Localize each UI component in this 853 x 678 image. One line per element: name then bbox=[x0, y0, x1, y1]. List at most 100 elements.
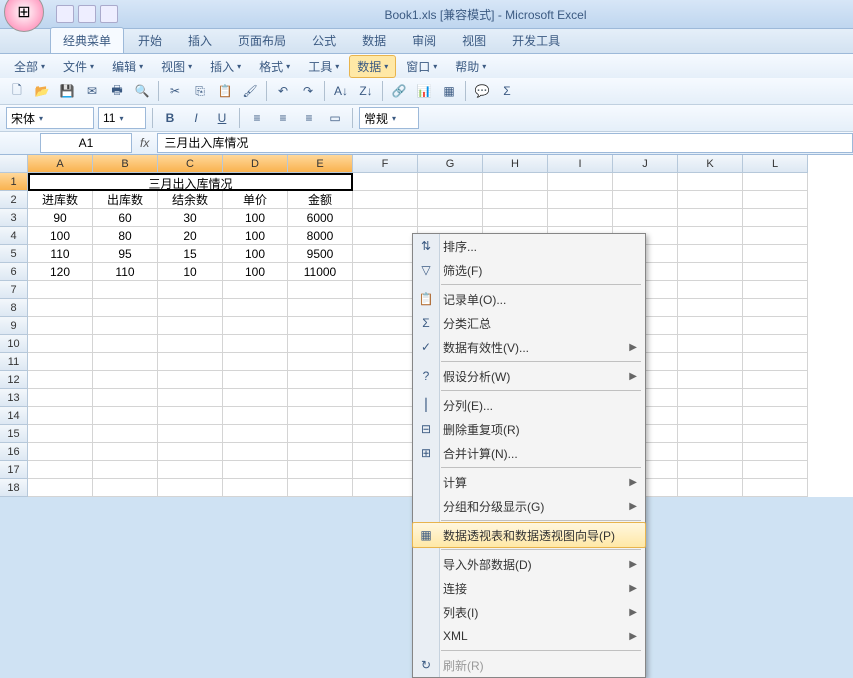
cell-L7[interactable] bbox=[743, 281, 808, 299]
cell-J1[interactable] bbox=[613, 173, 678, 191]
cell-C12[interactable] bbox=[158, 371, 223, 389]
cell-D14[interactable] bbox=[223, 407, 288, 425]
ribbon-tab-1[interactable]: 开始 bbox=[126, 28, 174, 53]
format-painter-icon[interactable]: 🖌 bbox=[239, 80, 261, 102]
row-header-8[interactable]: 8 bbox=[0, 299, 28, 317]
row-header-1[interactable]: 1 bbox=[0, 173, 28, 191]
cell-C10[interactable] bbox=[158, 335, 223, 353]
cell-E10[interactable] bbox=[288, 335, 353, 353]
menu-item-23[interactable]: ↻刷新(R) bbox=[413, 653, 645, 677]
cell-F1[interactable] bbox=[353, 173, 418, 191]
ribbon-tab-5[interactable]: 数据 bbox=[350, 28, 398, 53]
cell-D4[interactable]: 100 bbox=[223, 227, 288, 245]
cell-D17[interactable] bbox=[223, 461, 288, 479]
cell-D15[interactable] bbox=[223, 425, 288, 443]
col-header-C[interactable]: C bbox=[158, 155, 223, 173]
cell-L5[interactable] bbox=[743, 245, 808, 263]
cell-K3[interactable] bbox=[678, 209, 743, 227]
row-header-16[interactable]: 16 bbox=[0, 443, 28, 461]
cell-L4[interactable] bbox=[743, 227, 808, 245]
row-header-2[interactable]: 2 bbox=[0, 191, 28, 209]
bold-icon[interactable]: B bbox=[159, 107, 181, 129]
cell-L17[interactable] bbox=[743, 461, 808, 479]
cell-B11[interactable] bbox=[93, 353, 158, 371]
row-header-12[interactable]: 12 bbox=[0, 371, 28, 389]
cell-L15[interactable] bbox=[743, 425, 808, 443]
col-header-L[interactable]: L bbox=[743, 155, 808, 173]
cell-K9[interactable] bbox=[678, 317, 743, 335]
cell-K13[interactable] bbox=[678, 389, 743, 407]
cell-F17[interactable] bbox=[353, 461, 418, 479]
col-header-J[interactable]: J bbox=[613, 155, 678, 173]
cell-F11[interactable] bbox=[353, 353, 418, 371]
cell-I1[interactable] bbox=[548, 173, 613, 191]
cell-L6[interactable] bbox=[743, 263, 808, 281]
cell-C4[interactable]: 20 bbox=[158, 227, 223, 245]
col-header-K[interactable]: K bbox=[678, 155, 743, 173]
cell-G1[interactable] bbox=[418, 173, 483, 191]
cell-E18[interactable] bbox=[288, 479, 353, 497]
cell-B4[interactable]: 80 bbox=[93, 227, 158, 245]
cell-C16[interactable] bbox=[158, 443, 223, 461]
menu-item-18[interactable]: 导入外部数据(D)▶ bbox=[413, 552, 645, 576]
menu-item-21[interactable]: XML▶ bbox=[413, 624, 645, 648]
cell-D12[interactable] bbox=[223, 371, 288, 389]
menu-5[interactable]: 格式 ▾ bbox=[251, 55, 298, 78]
col-header-E[interactable]: E bbox=[288, 155, 353, 173]
cell-F3[interactable] bbox=[353, 209, 418, 227]
cell-E2[interactable]: 金额 bbox=[288, 191, 353, 209]
save-icon[interactable]: 💾 bbox=[56, 80, 78, 102]
cell-C6[interactable]: 10 bbox=[158, 263, 223, 281]
row-header-18[interactable]: 18 bbox=[0, 479, 28, 497]
cell-B9[interactable] bbox=[93, 317, 158, 335]
cell-D10[interactable] bbox=[223, 335, 288, 353]
row-header-13[interactable]: 13 bbox=[0, 389, 28, 407]
cell-L13[interactable] bbox=[743, 389, 808, 407]
cell-F15[interactable] bbox=[353, 425, 418, 443]
cell-B12[interactable] bbox=[93, 371, 158, 389]
cell-C3[interactable]: 30 bbox=[158, 209, 223, 227]
copy-icon[interactable]: ⎘ bbox=[189, 80, 211, 102]
cell-E7[interactable] bbox=[288, 281, 353, 299]
menu-9[interactable]: 帮助 ▾ bbox=[447, 55, 494, 78]
cell-C14[interactable] bbox=[158, 407, 223, 425]
cell-D11[interactable] bbox=[223, 353, 288, 371]
row-header-7[interactable]: 7 bbox=[0, 281, 28, 299]
cell-H1[interactable] bbox=[483, 173, 548, 191]
cell-E15[interactable] bbox=[288, 425, 353, 443]
cell-B15[interactable] bbox=[93, 425, 158, 443]
cell-B13[interactable] bbox=[93, 389, 158, 407]
row-header-15[interactable]: 15 bbox=[0, 425, 28, 443]
cell-A14[interactable] bbox=[28, 407, 93, 425]
cell-K15[interactable] bbox=[678, 425, 743, 443]
row-header-6[interactable]: 6 bbox=[0, 263, 28, 281]
cell-D9[interactable] bbox=[223, 317, 288, 335]
cell-L11[interactable] bbox=[743, 353, 808, 371]
menu-item-16[interactable]: ▦数据透视表和数据透视图向导(P) bbox=[412, 522, 646, 548]
menu-item-10[interactable]: ⊟删除重复项(R) bbox=[413, 417, 645, 441]
cell-D5[interactable]: 100 bbox=[223, 245, 288, 263]
cell-A13[interactable] bbox=[28, 389, 93, 407]
merged-title-cell[interactable]: 三月出入库情况 bbox=[28, 173, 353, 191]
ribbon-tab-4[interactable]: 公式 bbox=[300, 28, 348, 53]
cell-K10[interactable] bbox=[678, 335, 743, 353]
cell-K5[interactable] bbox=[678, 245, 743, 263]
cell-K8[interactable] bbox=[678, 299, 743, 317]
cell-E14[interactable] bbox=[288, 407, 353, 425]
cell-C2[interactable]: 结余数 bbox=[158, 191, 223, 209]
number-format-combo[interactable]: 常规▾ bbox=[359, 107, 419, 129]
formula-input[interactable]: 三月出入库情况 bbox=[157, 133, 853, 153]
menu-item-5[interactable]: ✓数据有效性(V)...▶ bbox=[413, 335, 645, 359]
cell-E13[interactable] bbox=[288, 389, 353, 407]
col-header-F[interactable]: F bbox=[353, 155, 418, 173]
menu-2[interactable]: 编辑 ▾ bbox=[104, 55, 151, 78]
cell-E6[interactable]: 11000 bbox=[288, 263, 353, 281]
cell-F16[interactable] bbox=[353, 443, 418, 461]
cell-F2[interactable] bbox=[353, 191, 418, 209]
cell-A9[interactable] bbox=[28, 317, 93, 335]
save-icon[interactable] bbox=[56, 5, 74, 23]
font-name-combo[interactable]: 宋体▾ bbox=[6, 107, 94, 129]
cell-E16[interactable] bbox=[288, 443, 353, 461]
cell-C5[interactable]: 15 bbox=[158, 245, 223, 263]
cell-D8[interactable] bbox=[223, 299, 288, 317]
